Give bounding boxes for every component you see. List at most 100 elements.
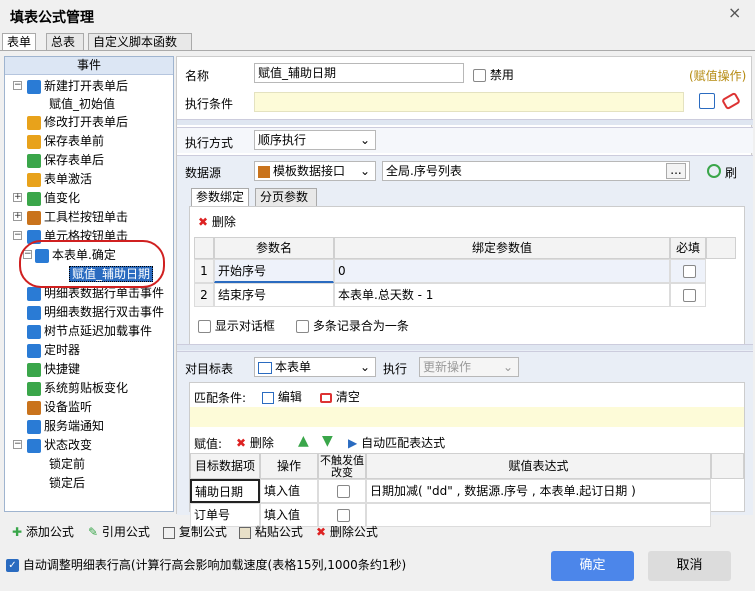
checked-icon[interactable]: ✓: [6, 559, 19, 572]
param-name-cell[interactable]: 开始序号: [214, 259, 334, 283]
required-checkbox[interactable]: [683, 289, 696, 302]
gear-icon: [27, 286, 41, 301]
tree-toggle-icon[interactable]: +: [13, 193, 22, 202]
tab-paging-params[interactable]: 分页参数: [255, 188, 317, 206]
disable-checkbox[interactable]: 禁用: [473, 66, 514, 83]
edit-match-button[interactable]: 编辑: [262, 388, 302, 405]
target-table-select[interactable]: 本表单 ⌄: [254, 357, 376, 377]
delete-assign-button[interactable]: ✖ 删除: [236, 434, 274, 451]
tree-toggle-icon[interactable]: −: [13, 81, 22, 90]
show-dialog-box[interactable]: [198, 320, 211, 333]
tree-item[interactable]: 赋值_初始值: [49, 95, 115, 113]
tree-item[interactable]: 锁定前: [49, 455, 85, 473]
refresh-label[interactable]: 刷: [725, 164, 737, 181]
datasource-source-input[interactable]: 全局.序号列表...: [382, 161, 690, 181]
tree-item[interactable]: 状态改变: [27, 436, 92, 454]
tree-item[interactable]: 明细表数据行双击事件: [27, 303, 164, 321]
edit-icon: [262, 391, 274, 404]
merge-records-checkbox[interactable]: 多条记录合为一条: [296, 317, 409, 334]
auto-row-height-checkbox[interactable]: ✓ 自动调整明细表行高(计算行高会影响加载速度(表格15列,1000条约1秒): [6, 556, 406, 573]
event-tree-panel: 事件 新建打开表单后 − 赋值_初始值 修改打开表单后 保存表单前 保存表单后 表单激活 值变…: [4, 56, 174, 512]
datasource-type-select[interactable]: 模板数据接口 ⌄: [254, 161, 376, 181]
operation-cell[interactable]: 填入值: [260, 479, 318, 503]
tree-item[interactable]: 锁定后: [49, 474, 85, 492]
folder-icon: [27, 172, 41, 187]
tree-item[interactable]: 新建打开表单后: [27, 77, 128, 95]
show-dialog-checkbox[interactable]: 显示对话框: [198, 317, 275, 334]
splitter[interactable]: [177, 119, 753, 125]
assign-expr-cell[interactable]: [366, 503, 711, 527]
tree-item[interactable]: 保存表单后: [27, 151, 104, 169]
no-trigger-checkbox[interactable]: [337, 485, 350, 498]
required-checkbox[interactable]: [683, 265, 696, 278]
tab-form[interactable]: 表单: [2, 33, 36, 51]
col-required: 必填: [670, 237, 706, 259]
edit-condition-icon[interactable]: [699, 93, 715, 109]
formula-editor-panel: 名称 赋值_辅助日期 禁用 (赋值操作) 执行条件 执行方式 顺序执行 ⌄ 数据源…: [176, 56, 753, 527]
name-input[interactable]: 赋值_辅助日期: [254, 63, 464, 83]
param-value-cell[interactable]: 本表单.总天数 - 1: [334, 283, 670, 307]
tree-item[interactable]: 快捷键: [27, 360, 80, 378]
col-param-name: 参数名: [214, 237, 334, 259]
match-condition-input[interactable]: [190, 407, 744, 427]
ref-formula-button[interactable]: ✎ 引用公式: [88, 524, 150, 540]
paste-formula-button[interactable]: 粘贴公式: [239, 524, 303, 540]
assign-expr-cell[interactable]: 日期加减( "dd" , 数据源.序号 , 本表单.起订日期 ): [366, 479, 711, 503]
tree-toggle-icon[interactable]: +: [13, 212, 22, 221]
splitter-2[interactable]: [177, 344, 753, 350]
close-icon[interactable]: ×: [728, 3, 741, 22]
match-condition-label: 匹配条件:: [194, 391, 247, 405]
param-name-cell[interactable]: 结束序号: [214, 283, 334, 307]
paste-icon: [239, 526, 251, 539]
auto-match-label: 自动匹配表达式: [361, 436, 446, 450]
wrench-icon: ✎: [88, 525, 99, 539]
tree-item[interactable]: 树节点延迟加载事件: [27, 322, 152, 340]
tree-item[interactable]: 值变化: [27, 189, 80, 207]
tree-item-label: 树节点延迟加载事件: [44, 324, 153, 338]
required-cell[interactable]: [670, 259, 706, 283]
copy-formula-button[interactable]: 复制公式: [163, 524, 227, 540]
exec-op-select[interactable]: 更新操作 ⌄: [419, 357, 519, 377]
tree-item-label: 设备监听: [44, 400, 93, 414]
tree-toggle-icon[interactable]: −: [13, 440, 22, 449]
add-formula-button[interactable]: ✚ 添加公式: [12, 524, 74, 540]
tree-item[interactable]: 保存表单前: [27, 132, 104, 150]
param-value-cell[interactable]: 0: [334, 259, 670, 283]
required-cell[interactable]: [670, 283, 706, 307]
plus-icon: ✚: [12, 525, 23, 539]
tree-item[interactable]: 工具栏按钮单击: [27, 208, 128, 226]
row-index: 1: [194, 259, 214, 283]
refresh-icon[interactable]: [707, 164, 721, 178]
tree-item-label: 保存表单后: [44, 153, 105, 167]
tree-item[interactable]: 修改打开表单后: [27, 113, 128, 131]
delete-param-button[interactable]: ✖ 删除: [198, 213, 236, 230]
merge-records-box[interactable]: [296, 320, 309, 333]
exec-mode-select[interactable]: 顺序执行 ⌄: [254, 130, 376, 150]
tree-item[interactable]: 表单激活: [27, 170, 92, 188]
tree-item[interactable]: 定时器: [27, 341, 80, 359]
arrow-down-icon[interactable]: ▼: [322, 433, 333, 449]
auto-match-button[interactable]: ▶ 自动匹配表达式: [348, 434, 445, 451]
disable-check-box[interactable]: [473, 69, 486, 82]
clear-match-button[interactable]: 清空: [320, 388, 360, 405]
target-field-cell[interactable]: 辅助日期: [190, 479, 260, 503]
cancel-button[interactable]: 取消: [648, 551, 731, 581]
tree-item[interactable]: 服务端通知: [27, 417, 104, 435]
more-button[interactable]: ...: [666, 163, 686, 179]
merge-records-label: 多条记录合为一条: [312, 319, 409, 333]
no-trigger-checkbox[interactable]: [337, 509, 350, 522]
delete-formula-button[interactable]: ✖ 删除公式: [316, 524, 378, 540]
tree-item[interactable]: 设备监听: [27, 398, 92, 416]
no-trigger-cell[interactable]: [318, 479, 366, 503]
tab-param-binding[interactable]: 参数绑定: [191, 188, 249, 206]
tree-toggle-icon[interactable]: −: [13, 231, 22, 240]
tree-item[interactable]: 系统剪贴板变化: [27, 379, 128, 397]
tab-custom-script[interactable]: 自定义脚本函数: [88, 33, 192, 51]
ok-button[interactable]: 确定: [551, 551, 634, 581]
clear-condition-icon[interactable]: [721, 91, 741, 111]
folder-icon: [27, 134, 41, 149]
folder-icon: [27, 153, 41, 168]
condition-input[interactable]: [254, 92, 684, 112]
tab-summary[interactable]: 总表: [46, 33, 84, 51]
arrow-up-icon[interactable]: ▲: [298, 433, 309, 449]
